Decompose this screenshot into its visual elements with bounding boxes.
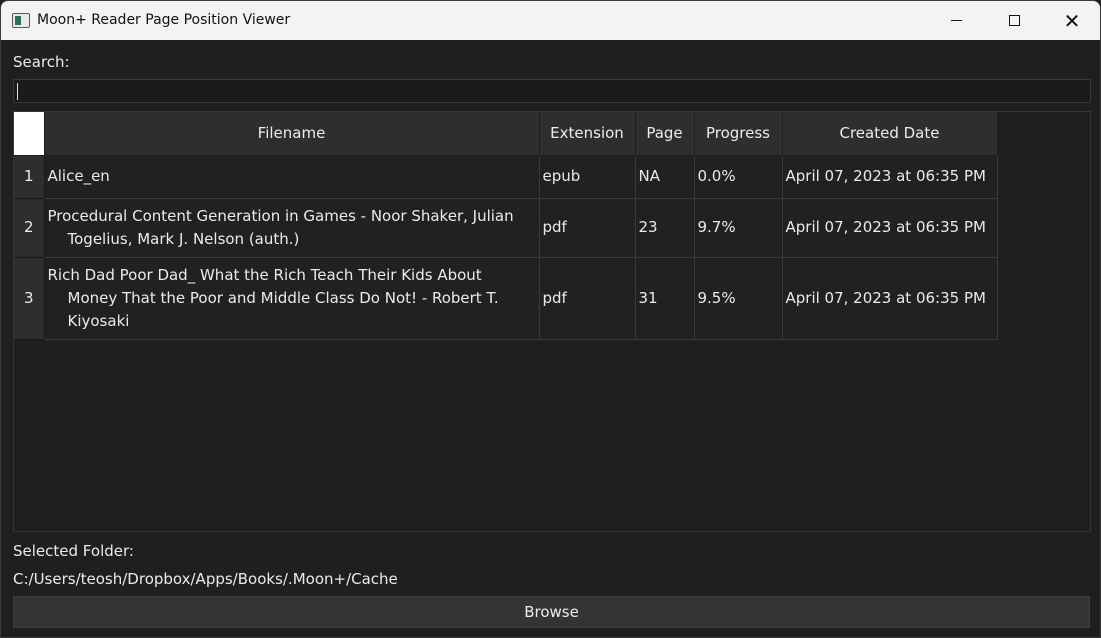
app-icon	[12, 13, 30, 28]
cell-filename[interactable]: Alice_en	[44, 155, 540, 199]
filename-text: Rich Dad Poor Dad_ What the Rich Teach T…	[47, 265, 499, 330]
close-button[interactable]: ✕	[1043, 1, 1100, 40]
column-header-created-date[interactable]: Created Date	[782, 112, 998, 156]
row-number[interactable]: 2	[14, 198, 45, 258]
maximize-icon	[1008, 15, 1020, 26]
table-row[interactable]: 3 Rich Dad Poor Dad_ What the Rich Teach…	[14, 257, 998, 340]
title-bar[interactable]: Moon+ Reader Page Position Viewer ✕	[1, 1, 1100, 40]
cell-progress[interactable]: 9.5%	[694, 257, 783, 340]
table-row[interactable]: 2 Procedural Content Generation in Games…	[14, 198, 998, 258]
minimize-button[interactable]	[927, 1, 985, 40]
cell-extension[interactable]: pdf	[539, 198, 636, 258]
main-content: Search: Filename Extension Page Progress…	[1, 40, 1100, 637]
cell-extension[interactable]: pdf	[539, 257, 636, 340]
column-header-page[interactable]: Page	[635, 112, 695, 156]
cell-page[interactable]: 31	[635, 257, 695, 340]
cell-created-date[interactable]: April 07, 2023 at 06:35 PM	[782, 198, 998, 258]
cell-created-date[interactable]: April 07, 2023 at 06:35 PM	[782, 257, 998, 340]
browse-button[interactable]: Browse	[13, 596, 1090, 628]
row-number[interactable]: 1	[14, 155, 45, 199]
selected-folder-path: C:/Users/teosh/Dropbox/Apps/Books/.Moon+…	[13, 570, 398, 588]
books-table[interactable]: Filename Extension Page Progress Created…	[13, 111, 1091, 532]
cell-filename[interactable]: Rich Dad Poor Dad_ What the Rich Teach T…	[44, 257, 540, 340]
cell-created-date[interactable]: April 07, 2023 at 06:35 PM	[782, 155, 998, 199]
cell-page[interactable]: 23	[635, 198, 695, 258]
filename-text: Procedural Content Generation in Games -…	[47, 206, 514, 248]
minimize-icon	[950, 20, 962, 21]
search-input[interactable]	[13, 79, 1091, 103]
search-label: Search:	[13, 53, 70, 71]
cell-page[interactable]: NA	[635, 155, 695, 199]
column-header-extension[interactable]: Extension	[539, 112, 636, 156]
select-all-corner[interactable]	[14, 112, 45, 156]
column-header-filename[interactable]: Filename	[44, 112, 540, 156]
maximize-button[interactable]	[985, 1, 1043, 40]
close-icon: ✕	[1063, 8, 1081, 33]
window-title: Moon+ Reader Page Position Viewer	[37, 12, 291, 28]
cell-progress[interactable]: 9.7%	[694, 198, 783, 258]
table-header-row: Filename Extension Page Progress Created…	[14, 112, 998, 156]
table-row[interactable]: 1 Alice_en epub NA 0.0% April 07, 2023 a…	[14, 155, 998, 199]
selected-folder-label: Selected Folder:	[13, 542, 134, 560]
filename-text: Alice_en	[47, 167, 110, 185]
column-header-progress[interactable]: Progress	[694, 112, 783, 156]
cell-extension[interactable]: epub	[539, 155, 636, 199]
cell-progress[interactable]: 0.0%	[694, 155, 783, 199]
app-window: Moon+ Reader Page Position Viewer ✕ Sear…	[0, 0, 1101, 638]
cell-filename[interactable]: Procedural Content Generation in Games -…	[44, 198, 540, 258]
row-number[interactable]: 3	[14, 257, 45, 340]
text-caret	[17, 83, 18, 100]
